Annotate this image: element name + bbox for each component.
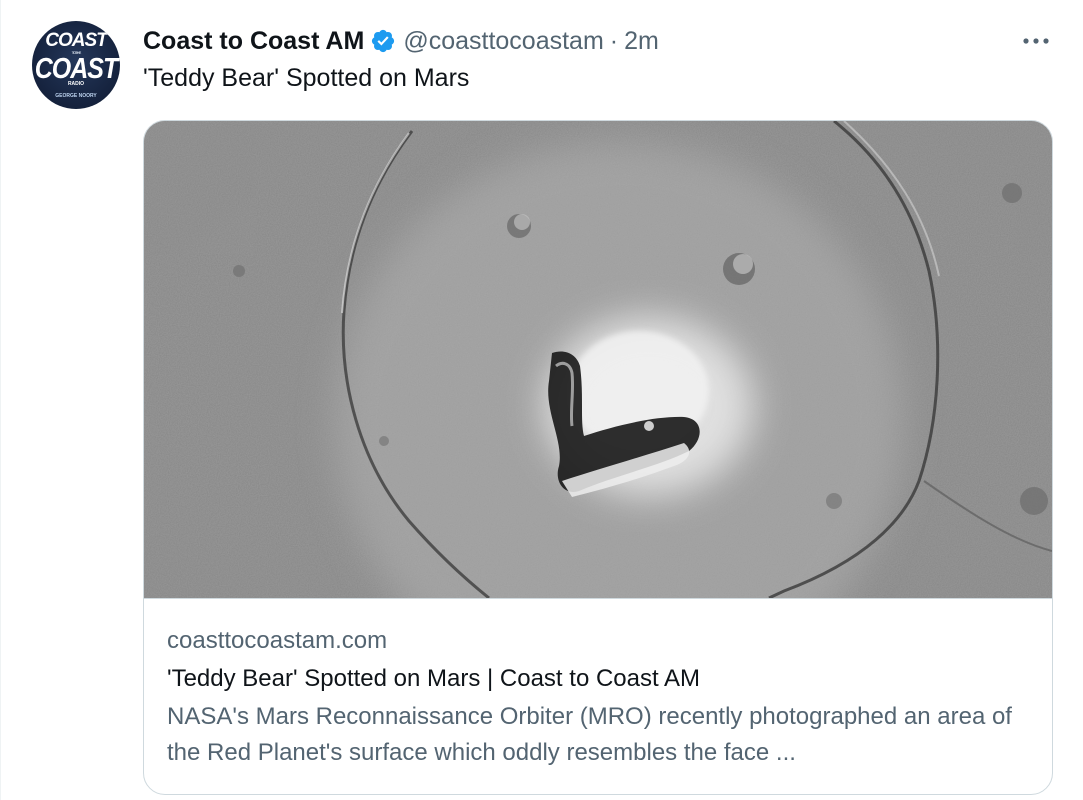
verified-badge-icon[interactable] bbox=[370, 28, 396, 54]
display-name[interactable]: Coast to Coast AM bbox=[143, 27, 364, 56]
card-body[interactable]: coasttocoastam.com 'Teddy Bear' Spotted … bbox=[167, 625, 1029, 771]
card-domain[interactable]: coasttocoastam.com bbox=[167, 625, 1029, 657]
tweet-timestamp[interactable]: 2m bbox=[624, 27, 659, 56]
card-divider bbox=[144, 598, 1052, 599]
avatar-logo-line4: GEORGE NOORY bbox=[55, 93, 97, 99]
tweet-header: Coast to Coast AM @coasttocoastam · 2m bbox=[143, 24, 659, 58]
card-title[interactable]: 'Teddy Bear' Spotted on Mars | Coast to … bbox=[167, 663, 1029, 695]
avatar-logo-line1: COAST bbox=[45, 30, 108, 51]
mars-surface-teddy-bear-photo[interactable] bbox=[144, 121, 1052, 598]
separator-dot: · bbox=[609, 26, 619, 55]
card-description: NASA's Mars Reconnaissance Orbiter (MRO)… bbox=[167, 703, 1012, 766]
tweet-text: 'Teddy Bear' Spotted on Mars bbox=[143, 64, 470, 92]
author-handle[interactable]: @coasttocoastam bbox=[403, 27, 603, 56]
tweet[interactable]: COAST TO THE COAST RADIO GEORGE NOORY Co… bbox=[0, 0, 1083, 800]
more-horizontal-icon[interactable] bbox=[1016, 28, 1056, 54]
avatar-logo-line3: RADIO bbox=[67, 81, 85, 87]
link-card[interactable]: coasttocoastam.com 'Teddy Bear' Spotted … bbox=[143, 120, 1053, 795]
avatar[interactable]: COAST TO THE COAST RADIO GEORGE NOORY bbox=[32, 21, 120, 109]
